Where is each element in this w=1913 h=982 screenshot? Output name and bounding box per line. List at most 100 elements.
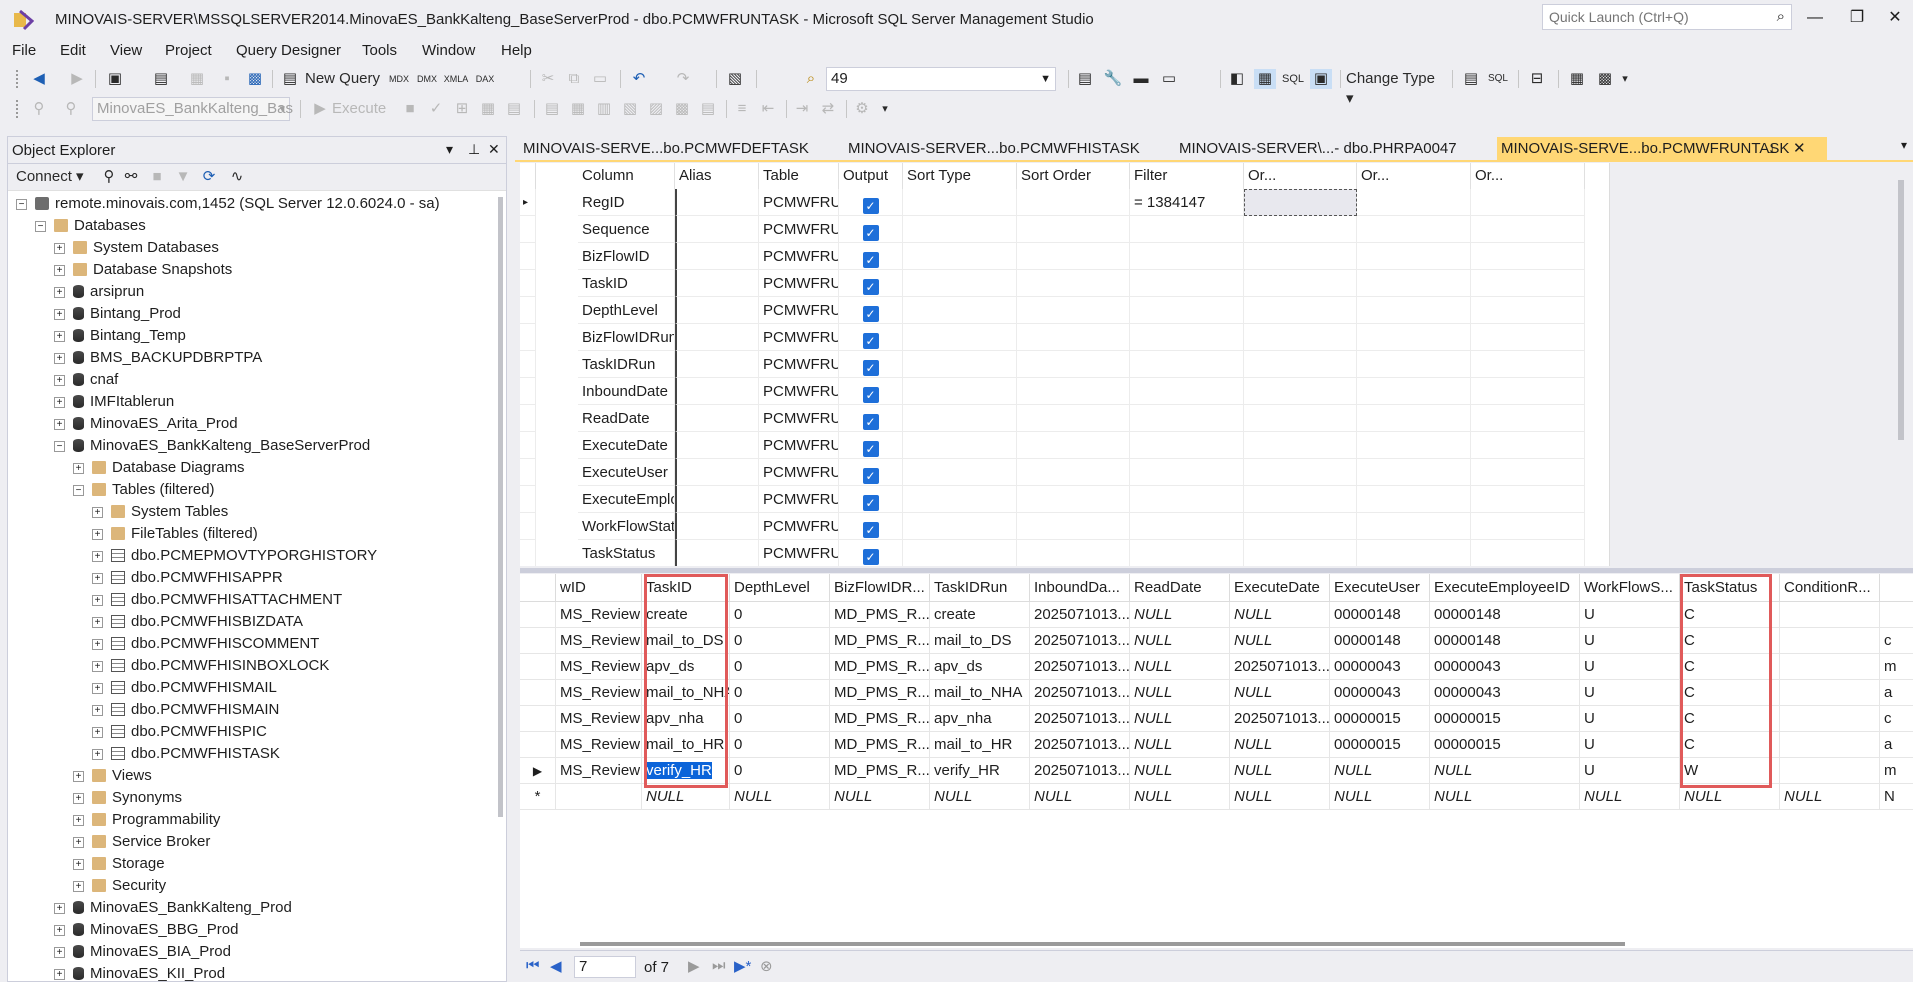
- add-item-icon[interactable]: ▤: [150, 69, 172, 89]
- close-window-button[interactable]: ✕: [1880, 6, 1910, 30]
- tree-node[interactable]: − Tables (filtered): [73, 479, 215, 501]
- result-cell[interactable]: NULL: [1230, 784, 1330, 810]
- result-cell[interactable]: [1780, 602, 1880, 628]
- criteria-or-cell[interactable]: [1244, 378, 1357, 405]
- criteria-table-cell[interactable]: PCMWFRU...: [759, 513, 839, 540]
- criteria-filter-cell[interactable]: [1130, 378, 1244, 405]
- redo-icon[interactable]: ↷: [672, 69, 694, 89]
- tree-node[interactable]: + System Databases: [54, 237, 219, 259]
- uncomment-icon[interactable]: ≡: [732, 99, 752, 119]
- row-selector[interactable]: [520, 297, 536, 324]
- result-column-header[interactable]: ReadDate: [1130, 574, 1230, 602]
- criteria-sort-order-cell[interactable]: [1017, 459, 1130, 486]
- result-cell[interactable]: MS_Review: [556, 602, 642, 628]
- row-selector[interactable]: [520, 216, 536, 243]
- expand-icon[interactable]: +: [73, 463, 84, 474]
- result-cell[interactable]: C: [1680, 628, 1780, 654]
- search-icon[interactable]: ⌕: [1777, 8, 1785, 25]
- result-cell[interactable]: W: [1680, 758, 1780, 784]
- criteria-filter-cell[interactable]: = 1384147: [1130, 189, 1244, 216]
- menu-window[interactable]: Window: [422, 42, 475, 59]
- criteria-column-header[interactable]: Alias: [675, 163, 759, 189]
- open-file-icon[interactable]: ▦: [186, 69, 208, 89]
- result-cell[interactable]: NULL: [1680, 784, 1780, 810]
- tree-node[interactable]: + FileTables (filtered): [92, 523, 258, 545]
- execute-icon[interactable]: ▶: [310, 99, 330, 119]
- criteria-column-cell[interactable]: TaskID: [578, 270, 675, 297]
- collapse-icon[interactable]: −: [73, 485, 84, 496]
- criteria-or-cell[interactable]: [1471, 270, 1585, 297]
- connect-icon[interactable]: ⚲: [28, 99, 50, 119]
- client-statistics-icon[interactable]: ▧: [620, 99, 640, 119]
- criteria-output-cell[interactable]: ✓: [839, 378, 903, 405]
- result-column-header[interactable]: TaskIDRun: [930, 574, 1030, 602]
- criteria-or-cell[interactable]: [1471, 324, 1585, 351]
- result-cell[interactable]: mail_to_DS: [930, 628, 1030, 654]
- result-cell[interactable]: 00000043: [1330, 654, 1430, 680]
- stop-icon[interactable]: ⊗: [760, 957, 773, 975]
- criteria-table-cell[interactable]: PCMWFRU...: [759, 378, 839, 405]
- row-selector[interactable]: ▶: [520, 758, 556, 784]
- collapse-icon[interactable]: −: [16, 199, 27, 210]
- criteria-output-cell[interactable]: ✓: [839, 243, 903, 270]
- result-cell[interactable]: NULL: [1130, 654, 1230, 680]
- toolbar-grip[interactable]: [16, 100, 20, 118]
- criteria-or-cell[interactable]: [1357, 216, 1471, 243]
- expand-icon[interactable]: +: [54, 353, 65, 364]
- result-cell[interactable]: apv_nha: [930, 706, 1030, 732]
- result-cell[interactable]: 0: [730, 654, 830, 680]
- criteria-filter-cell[interactable]: [1130, 351, 1244, 378]
- expand-icon[interactable]: +: [92, 661, 103, 672]
- expand-icon[interactable]: +: [73, 771, 84, 782]
- criteria-column-cell[interactable]: DepthLevel: [578, 297, 675, 324]
- expand-icon[interactable]: +: [92, 639, 103, 650]
- criteria-table-cell[interactable]: PCMWFRU...: [759, 486, 839, 513]
- output-checkbox[interactable]: ✓: [862, 279, 879, 295]
- comment-icon[interactable]: ▤: [698, 99, 718, 119]
- criteria-output-cell[interactable]: ✓: [839, 351, 903, 378]
- result-cell[interactable]: [1780, 680, 1880, 706]
- save-icon[interactable]: ▪: [216, 69, 238, 89]
- result-cell[interactable]: 00000015: [1430, 706, 1580, 732]
- criteria-column-header[interactable]: Or...: [1244, 163, 1357, 189]
- criteria-output-cell[interactable]: ✓: [839, 513, 903, 540]
- output-checkbox[interactable]: ✓: [862, 333, 879, 349]
- criteria-sort-type-cell[interactable]: [903, 324, 1017, 351]
- output-checkbox[interactable]: ✓: [862, 252, 879, 268]
- expand-icon[interactable]: +: [54, 947, 65, 958]
- criteria-alias-cell[interactable]: [675, 189, 759, 216]
- criteria-or-cell[interactable]: [1471, 351, 1585, 378]
- criteria-column-header[interactable]: Table: [759, 163, 839, 189]
- result-cell[interactable]: c: [1880, 706, 1913, 732]
- command-window-icon[interactable]: ▭: [1158, 69, 1180, 89]
- previous-record-icon[interactable]: ◀: [550, 957, 562, 975]
- criteria-alias-cell[interactable]: [675, 243, 759, 270]
- tab-pcmwfhistask[interactable]: MINOVAIS-SERVER...bo.PCMWFHISTASK: [844, 137, 1144, 161]
- expand-icon[interactable]: +: [54, 969, 65, 980]
- result-cell[interactable]: m: [1880, 654, 1913, 680]
- result-column-header[interactable]: wID: [556, 574, 642, 602]
- find-icon[interactable]: ⌕: [800, 69, 822, 89]
- criteria-sort-type-cell[interactable]: [903, 459, 1017, 486]
- expand-icon[interactable]: +: [73, 859, 84, 870]
- execute-button[interactable]: Execute: [332, 99, 392, 119]
- restore-button[interactable]: ❐: [1842, 6, 1872, 30]
- menu-query-designer[interactable]: Query Designer: [236, 42, 341, 59]
- criteria-column-cell[interactable]: TaskIDRun: [578, 351, 675, 378]
- criteria-or-cell[interactable]: [1244, 405, 1357, 432]
- menu-edit[interactable]: Edit: [60, 42, 86, 59]
- result-cell[interactable]: U: [1580, 706, 1680, 732]
- result-cell[interactable]: 2025071013...: [1030, 758, 1130, 784]
- toolbox-icon[interactable]: ▬: [1130, 69, 1152, 89]
- result-cell[interactable]: mail_to_NHA: [642, 680, 730, 706]
- result-cell[interactable]: a: [1880, 732, 1913, 758]
- tree-node[interactable]: + IMFItablerun: [54, 391, 174, 413]
- result-cell[interactable]: MS_Review: [556, 758, 642, 784]
- menu-help[interactable]: Help: [501, 42, 532, 59]
- result-cell[interactable]: NULL: [1430, 758, 1580, 784]
- result-cell[interactable]: MS_Review: [556, 654, 642, 680]
- panel-menu-icon[interactable]: ▾: [446, 141, 453, 158]
- results-to-text-icon[interactable]: ▤: [542, 99, 562, 119]
- activity-monitor-icon[interactable]: ▧: [724, 69, 746, 89]
- result-cell[interactable]: NULL: [1230, 680, 1330, 706]
